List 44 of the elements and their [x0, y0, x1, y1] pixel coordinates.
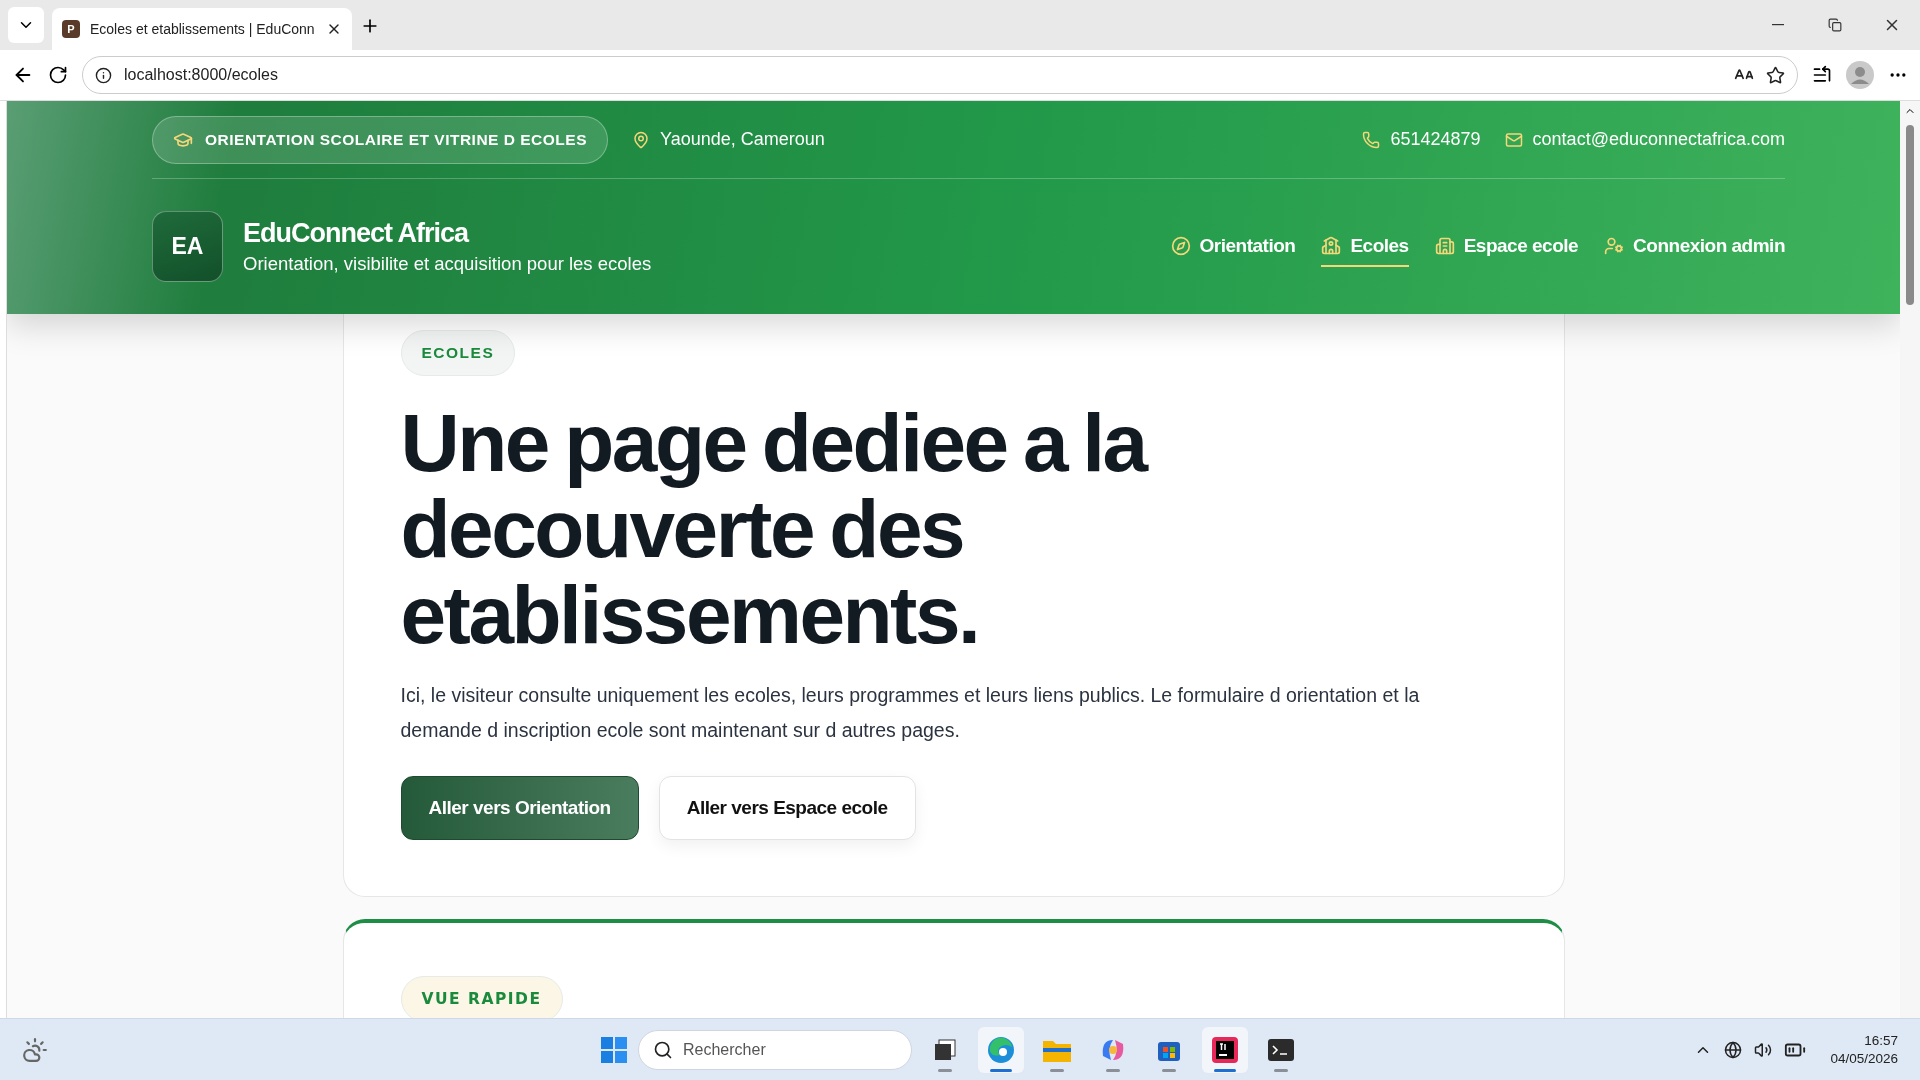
minimize-icon	[1771, 24, 1784, 26]
start-icon[interactable]	[600, 1035, 628, 1064]
network-icon[interactable]	[1724, 1040, 1743, 1059]
section-badge: VUE RAPIDE	[400, 976, 563, 1018]
restore-icon	[1827, 18, 1842, 32]
compass-icon	[1170, 235, 1191, 256]
hero-headline: Une page dediee a la decouverte des etablissements.	[400, 400, 1146, 658]
favorites-list-icon[interactable]	[1812, 65, 1832, 85]
user-gear-icon	[1604, 235, 1625, 256]
favorite-star-icon[interactable]	[1766, 65, 1785, 85]
building-icon	[1434, 235, 1455, 256]
browser-tab[interactable]: P Ecoles et etablissements | EduConn	[52, 8, 352, 50]
site-favicon: P	[62, 20, 80, 38]
section-badge: ECOLES	[400, 330, 516, 376]
terminal-icon	[1267, 1037, 1295, 1062]
taskbar-app[interactable]	[1202, 1026, 1248, 1073]
map-pin-icon	[632, 130, 650, 149]
location-text: Yaounde, Cameroun	[660, 129, 825, 150]
scrollbar-thumb[interactable]	[1906, 125, 1914, 305]
brand-subtitle: Orientation, visibilite et acquisition pour les ecoles	[243, 253, 652, 275]
weather-icon[interactable]	[22, 1036, 48, 1063]
brand-name: EduConnect Africa	[243, 218, 470, 249]
browser-icon	[986, 1034, 1016, 1065]
clock[interactable]: 16:57 04/05/2026	[1830, 1033, 1898, 1066]
url-text: localhost:8000/ecoles	[124, 66, 278, 84]
mail-icon	[1504, 130, 1523, 149]
hero-description: Ici, le visiteur consulte uniquement les ecoles, leurs programmes et leurs liens publics. Le formulaire d orientation et la demande d inscription ecole sont maintenant sur d autres pages.	[400, 683, 1421, 743]
window-stack-icon	[933, 1037, 957, 1062]
secondary-button[interactable]: Aller vers Espace ecole	[658, 776, 916, 840]
reload-icon[interactable]	[48, 65, 68, 85]
primary-button[interactable]: Aller vers Orientation	[400, 776, 639, 840]
school-icon	[1321, 235, 1342, 256]
phone-icon	[1362, 130, 1381, 149]
brand-logo[interactable]: EA	[152, 211, 223, 282]
ide-icon	[1211, 1035, 1239, 1064]
profile-avatar-icon[interactable]	[1846, 61, 1874, 89]
volume-icon[interactable]	[1754, 1040, 1773, 1059]
search-field[interactable]: Rechercher	[638, 1029, 912, 1070]
search-icon	[653, 1039, 673, 1060]
tagline-pill: ORIENTATION SCOLAIRE ET VITRINE D ECOLES	[152, 115, 608, 164]
phone-text: 651424879	[1390, 129, 1481, 150]
scrollbar[interactable]	[1900, 101, 1920, 1018]
info-icon[interactable]	[95, 66, 112, 84]
email-text: contact@educonnectafrica.com	[1532, 129, 1785, 150]
